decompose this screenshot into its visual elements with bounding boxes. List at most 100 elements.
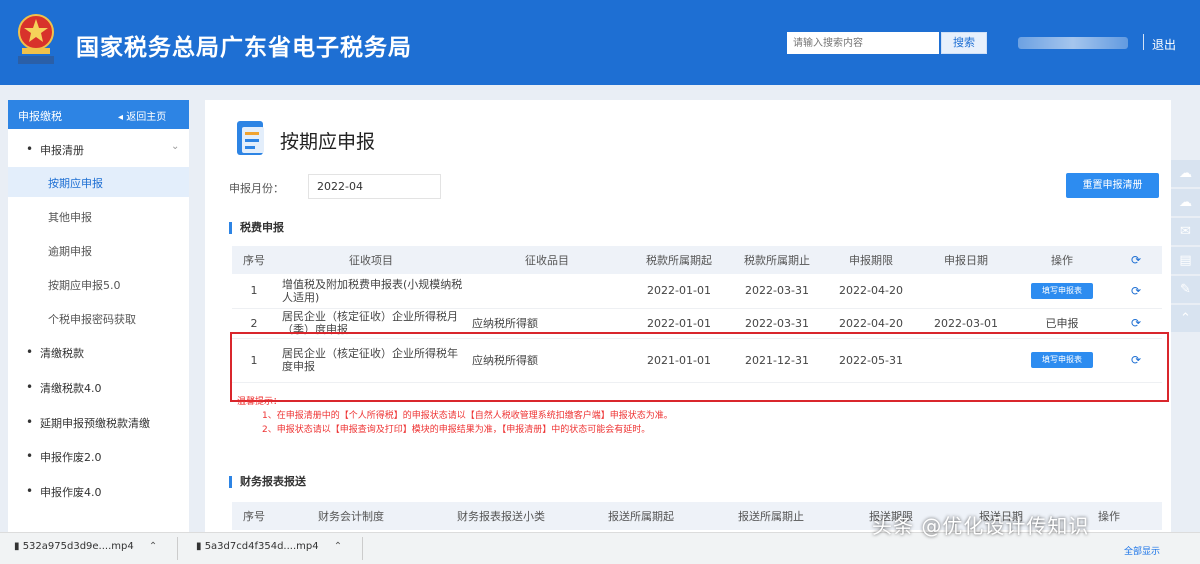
- chevron-up-icon[interactable]: ⌃: [334, 541, 342, 552]
- sidebar-item-other-declaration[interactable]: 其他申报: [8, 201, 189, 231]
- fill-form-button[interactable]: 填写申报表: [1031, 282, 1093, 299]
- period-label: 申报月份：: [229, 182, 284, 195]
- download-filename: 5a3d7cd4f354d....mp4: [204, 541, 319, 552]
- back-home-label: 返回主页: [126, 112, 167, 123]
- col-header: 申报期限: [824, 246, 918, 274]
- sidebar-item-label: 个税申报密码获取: [48, 313, 136, 326]
- bullet-icon: •: [26, 449, 34, 463]
- back-arrow-icon: ◂: [118, 112, 127, 123]
- sidebar-item-settle-tax[interactable]: • 清缴税款: [8, 337, 189, 367]
- file-icon: ▮: [14, 541, 23, 552]
- search-button[interactable]: 搜索: [941, 32, 987, 54]
- cell-no: 1: [232, 274, 276, 309]
- chevron-down-icon: ⌄: [171, 141, 180, 152]
- table-header-row: 序号 征收项目 征收品目 税款所属期起 税款所属期止 申报期限 申报日期 操作 …: [232, 246, 1162, 274]
- finance-section-title: 财务报表报送: [229, 476, 306, 488]
- sidebar-item-label: 清缴税款: [40, 347, 84, 360]
- col-header: 报送所属期止: [706, 502, 836, 530]
- tips-notes: 温馨提示： 1、在申报清册中的【个人所得税】的申报状态请以【自然人税收管理系统扣…: [237, 395, 673, 437]
- sidebar-item-periodic-declaration-5[interactable]: 按期应申报5.0: [8, 269, 189, 299]
- sidebar-item-label: 按期应申报5.0: [48, 279, 121, 292]
- cell-item: 增值税及附加税费申报表(小规模纳税人适用): [276, 274, 466, 309]
- page-title: 按期应申报: [280, 131, 376, 153]
- top-header: 国家税务总局广东省电子税务局 搜索 退出: [0, 0, 1200, 85]
- chevron-up-icon[interactable]: ⌃: [149, 541, 157, 552]
- download-item[interactable]: ▮ 5a3d7cd4f354d....mp4 ⌃: [196, 541, 342, 552]
- refresh-icon: ⟳: [1130, 253, 1142, 267]
- bullet-icon: •: [26, 484, 34, 498]
- download-divider: [362, 537, 363, 560]
- sidebar-item-label: 申报清册: [40, 144, 84, 157]
- col-header: 序号: [232, 502, 276, 530]
- col-header: 财务会计制度: [276, 502, 426, 530]
- watermark-text: 头条 @优化设计传知识: [872, 514, 1090, 538]
- tip-line: 2、申报状态请以【申报查询及打印】模块的申报结果为准，【申报清册】中的状态可能会…: [262, 425, 651, 435]
- tax-emblem-icon: [18, 14, 54, 64]
- sidebar-item-label: 延期申报预缴税款清缴: [40, 417, 150, 430]
- sidebar-item-iit-password[interactable]: 个税申报密码获取: [8, 303, 189, 333]
- right-dock: ☁ ☁ ✉ ▤ ✎ ⌃: [1171, 160, 1200, 334]
- download-filename: 532a975d3d9e....mp4: [22, 541, 134, 552]
- sidebar-item-extended-prepay[interactable]: • 延期申报预缴税款清缴: [8, 407, 189, 437]
- header-divider: [1143, 34, 1144, 50]
- col-header: 报送所属期起: [576, 502, 706, 530]
- show-all-downloads[interactable]: 全部显示: [1124, 544, 1160, 557]
- back-home-button[interactable]: ◂ 返回主页: [118, 108, 166, 123]
- back-to-top-icon[interactable]: ⌃: [1171, 305, 1200, 332]
- col-header: 征收品目: [466, 246, 628, 274]
- cell-deadline: 2022-04-20: [824, 274, 918, 309]
- col-header: 税款所属期止: [730, 246, 824, 274]
- sidebar-item-void-declaration-4[interactable]: • 申报作废4.0: [8, 476, 189, 506]
- refresh-all-button[interactable]: ⟳: [1110, 246, 1162, 274]
- app-title: 国家税务总局广东省电子税务局: [76, 35, 412, 61]
- refresh-icon: ⟳: [1130, 316, 1142, 330]
- cell-end: 2022-03-31: [730, 274, 824, 309]
- sidebar-item-periodic-declaration[interactable]: 按期应申报: [8, 167, 189, 197]
- cloud-icon[interactable]: ☁: [1171, 160, 1200, 187]
- tax-section-title: 税费申报: [229, 222, 284, 234]
- table-row: 1 增值税及附加税费申报表(小规模纳税人适用) 2022-01-01 2022-…: [232, 274, 1162, 309]
- col-header: 财务报表报送小类: [426, 502, 576, 530]
- sidebar-item-label: 逾期申报: [48, 245, 92, 258]
- cell-sub: [466, 274, 628, 309]
- refresh-icon: ⟳: [1130, 283, 1142, 298]
- highlight-annotation-box: [230, 332, 1169, 402]
- chat-icon[interactable]: ✉: [1171, 218, 1200, 245]
- col-header: 申报日期: [918, 246, 1014, 274]
- bullet-icon: •: [26, 345, 34, 359]
- sidebar-section-title: 申报缴税: [18, 110, 62, 123]
- row-refresh-button[interactable]: ⟳: [1110, 274, 1162, 309]
- sidebar-item-void-declaration-2[interactable]: • 申报作废2.0: [8, 441, 189, 471]
- file-icon: ▮: [196, 541, 205, 552]
- sidebar-item-declaration-list[interactable]: • 申报清册 ⌄: [8, 134, 189, 164]
- col-header: 征收项目: [276, 246, 466, 274]
- col-header: 税款所属期起: [628, 246, 730, 274]
- tips-title: 温馨提示：: [237, 397, 283, 407]
- col-header: 操作: [1014, 246, 1110, 274]
- reset-list-button[interactable]: 重置申报清册: [1066, 173, 1159, 198]
- period-select[interactable]: [308, 174, 441, 199]
- sidebar-item-label: 清缴税款4.0: [40, 382, 102, 395]
- bullet-icon: •: [26, 380, 34, 394]
- col-header: 序号: [232, 246, 276, 274]
- sidebar: 申报缴税 ◂ 返回主页 • 申报清册 ⌄ 按期应申报 其他申报 逾期申报 按期应…: [8, 100, 189, 540]
- document-list-icon: [237, 121, 264, 155]
- tip-line: 1、在申报清册中的【个人所得税】的申报状态请以【自然人税收管理系统扣缴客户端】申…: [262, 411, 673, 421]
- cell-date: [918, 274, 1014, 309]
- declared-status: 已申报: [1045, 317, 1079, 330]
- download-divider: [177, 537, 178, 560]
- feedback-icon[interactable]: ✎: [1171, 276, 1200, 303]
- cell-action: 填写申报表: [1014, 274, 1110, 309]
- bullet-icon: •: [26, 142, 34, 156]
- download-item[interactable]: ▮ 532a975d3d9e....mp4 ⌃: [14, 541, 157, 552]
- sidebar-item-settle-tax-4[interactable]: • 清缴税款4.0: [8, 372, 189, 402]
- sidebar-item-label: 申报作废2.0: [40, 451, 102, 464]
- cell-start: 2022-01-01: [628, 274, 730, 309]
- logout-link[interactable]: 退出: [1152, 36, 1176, 53]
- cloud-sync-icon[interactable]: ☁: [1171, 189, 1200, 216]
- sidebar-item-overdue-declaration[interactable]: 逾期申报: [8, 235, 189, 265]
- search-input[interactable]: [787, 32, 939, 54]
- user-name-blurred: [1018, 37, 1128, 49]
- document-icon[interactable]: ▤: [1171, 247, 1200, 274]
- main-panel: 按期应申报 申报月份： 重置申报清册 税费申报 序号 征收项目 征收品目 税款所…: [205, 100, 1171, 540]
